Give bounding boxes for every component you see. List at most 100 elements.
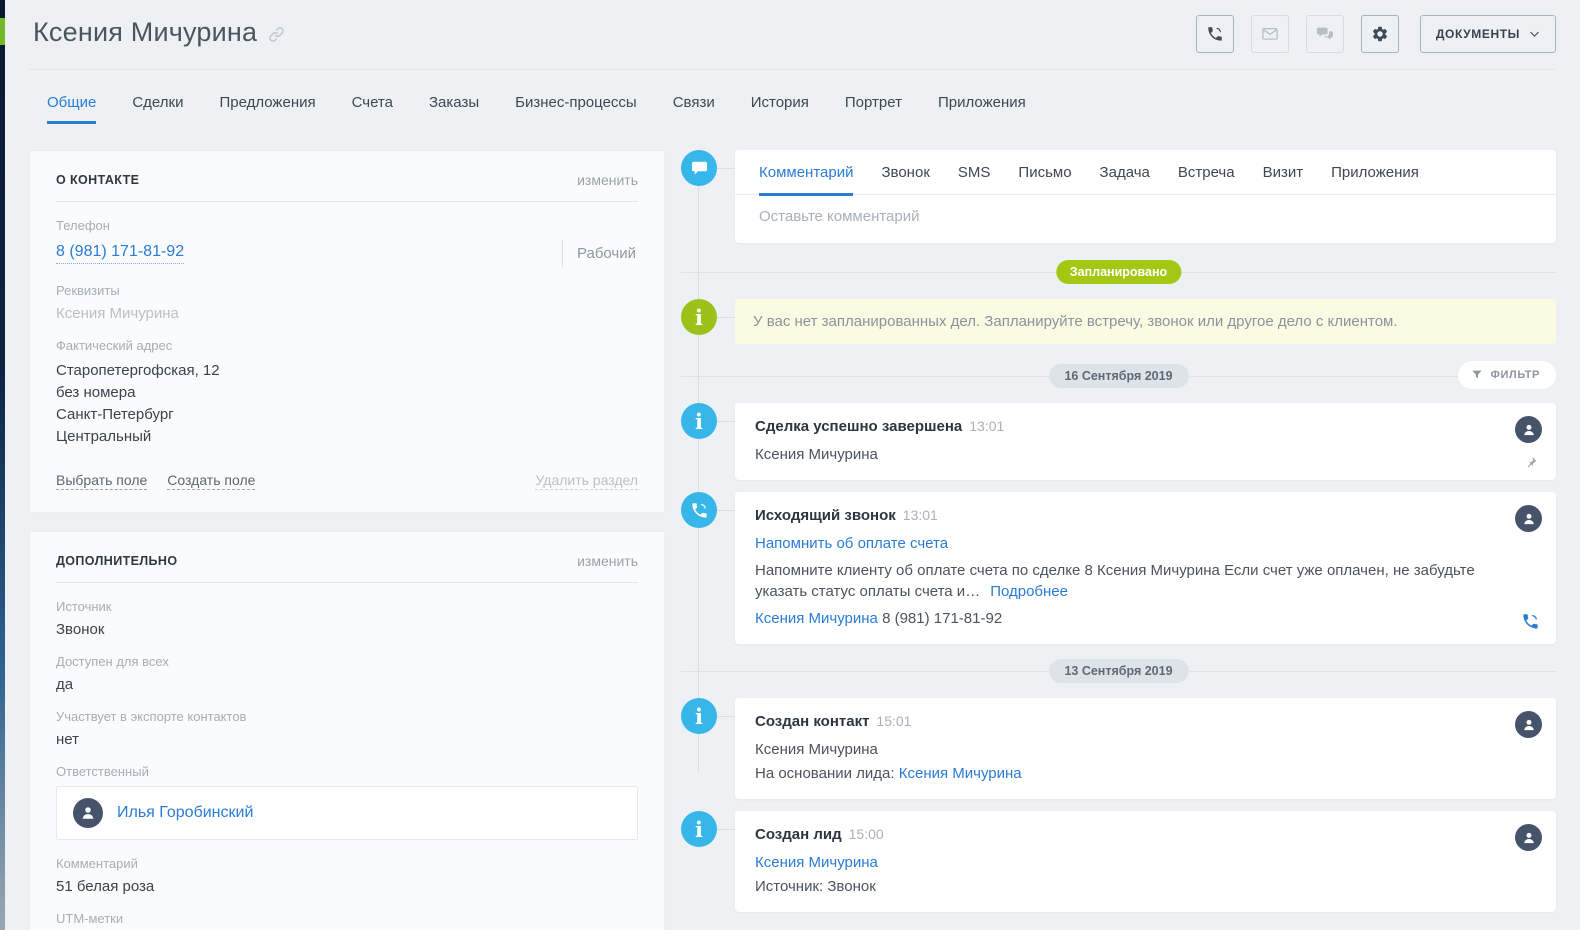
info-icon: i [681,403,717,439]
comment-value[interactable]: 51 белая роза [56,878,638,895]
delete-section-link[interactable]: Удалить раздел [535,472,638,490]
requisites-value[interactable]: Ксения Мичурина [56,305,638,322]
event-title: Исходящий звонок [755,507,896,524]
tab-orders[interactable]: Заказы [429,94,479,124]
event-title: Создан лид [755,826,842,843]
source-value[interactable]: Звонок [56,621,638,638]
edit-contact-link[interactable]: изменить [577,172,638,188]
timeline-event: i Создан лид 15:00 Ксения Мичурина Источ… [681,811,1556,912]
event-time: 13:01 [969,418,1004,434]
user-avatar-icon [73,798,103,828]
composer-tab-letter[interactable]: Письмо [1018,150,1071,195]
tab-relations[interactable]: Связи [673,94,715,124]
address-district[interactable]: Центральный [56,426,638,448]
tab-history[interactable]: История [751,94,809,124]
phone-label: Телефон [56,218,638,233]
chat-button[interactable] [1306,15,1344,53]
info-icon: i [681,299,717,335]
composer-tab-meeting[interactable]: Встреча [1178,150,1235,195]
address-city[interactable]: Санкт-Петербург [56,404,638,426]
note-composer: Комментарий Звонок SMS Письмо Задача Вст… [735,150,1556,243]
phone-icon [1206,25,1224,43]
divider [56,582,638,583]
call-button[interactable] [1196,15,1234,53]
event-body-text: Напомните клиенту об оплате счета по сде… [755,562,1475,600]
filter-button[interactable]: ФИЛЬТР [1458,361,1556,389]
task-link[interactable]: Напомнить об оплате счета [755,535,948,552]
timeline-event: i Сделка успешно завершена 13:01 Ксения … [681,403,1556,480]
date-badge: 13 Сентября 2019 [1048,659,1188,683]
composer-tab-call[interactable]: Звонок [881,150,929,195]
composer-tab-apps[interactable]: Приложения [1331,150,1419,195]
email-button[interactable] [1251,15,1289,53]
composer-tab-task[interactable]: Задача [1100,150,1150,195]
available-value[interactable]: да [56,676,638,693]
collapsed-nav-strip[interactable] [0,0,5,930]
event-title: Создан контакт [755,713,869,730]
planned-separator: Запланировано [681,260,1556,284]
outgoing-call-icon [681,492,717,528]
utm-label: UTM-метки [56,911,638,926]
documents-dropdown[interactable]: ДОКУМЕНТЫ [1420,15,1556,53]
event-contact-name: Ксения Мичурина [755,444,1500,465]
event-source: Источник: Звонок [755,876,1500,897]
event-outgoing-call: Исходящий звонок 13:01 Напомнить об опла… [735,492,1556,644]
create-field-link[interactable]: Создать поле [167,472,255,490]
timeline-feed: Комментарий Звонок SMS Письмо Задача Вст… [681,150,1556,930]
composer-tabs: Комментарий Звонок SMS Письмо Задача Вст… [735,150,1556,195]
address-street[interactable]: Старопетергофская, 12 [56,360,638,382]
composer-tab-visit[interactable]: Визит [1263,150,1304,195]
event-deal-completed: Сделка успешно завершена 13:01 Ксения Ми… [735,403,1556,480]
phone-link[interactable]: 8 (981) 171-81-92 [56,243,184,264]
tab-business-processes[interactable]: Бизнес-процессы [515,94,637,124]
composer-tab-sms[interactable]: SMS [958,150,991,195]
link-icon[interactable] [267,25,286,44]
settings-button[interactable] [1361,15,1399,53]
event-time: 15:00 [849,826,884,842]
event-time: 13:01 [903,507,938,523]
event-contact-created: Создан контакт 15:01 Ксения Мичурина На … [735,698,1556,799]
info-icon: i [681,698,717,734]
panel-title: ДОПОЛНИТЕЛЬНО [56,554,177,568]
tab-apps[interactable]: Приложения [938,94,1026,124]
timeline-event: i Создан контакт 15:01 Ксения Мичурина Н… [681,698,1556,799]
call-back-icon[interactable] [1521,612,1540,631]
user-avatar-icon [1515,505,1542,532]
documents-label: ДОКУМЕНТЫ [1436,27,1520,41]
timeline-event: Исходящий звонок 13:01 Напомнить об опла… [681,492,1556,644]
responsible-user-link[interactable]: Илья Горобинский [117,804,253,822]
tab-portrait[interactable]: Портрет [845,94,902,124]
chevron-down-icon [1529,29,1540,40]
contact-page: Ксения Мичурина ДОКУМЕНТЫ Общие Сделки П… [5,0,1580,930]
tab-offers[interactable]: Предложения [219,94,315,124]
more-link[interactable]: Подробнее [990,583,1068,600]
planned-badge: Запланировано [1056,260,1181,284]
export-value[interactable]: нет [56,731,638,748]
about-contact-panel: О КОНТАКТЕ изменить Телефон 8 (981) 171-… [29,150,665,513]
tab-deals[interactable]: Сделки [132,94,183,124]
available-label: Доступен для всех [56,654,638,669]
tab-invoices[interactable]: Счета [352,94,393,124]
composer-tab-comment[interactable]: Комментарий [759,150,853,195]
pin-icon[interactable] [1523,455,1538,470]
gear-icon [1371,25,1389,43]
envelope-icon [1261,25,1279,43]
nav-active-indicator [0,18,5,45]
chat-bubbles-icon [1316,25,1334,43]
source-label: Источник [56,599,638,614]
responsible-user-box[interactable]: Илья Горобинский [56,786,638,840]
date-separator: 13 Сентября 2019 [681,659,1556,683]
tab-general[interactable]: Общие [47,94,96,124]
lead-link[interactable]: Ксения Мичурина [899,765,1022,782]
phone-type[interactable]: Рабочий [562,240,638,267]
address-building[interactable]: без номера [56,382,638,404]
edit-additional-link[interactable]: изменить [577,553,638,569]
contact-link[interactable]: Ксения Мичурина [755,610,878,627]
export-label: Участвует в экспорте контактов [56,709,638,724]
choose-field-link[interactable]: Выбрать поле [56,472,147,490]
lead-base-label: На основании лида: [755,765,895,782]
contact-link[interactable]: Ксения Мичурина [755,854,878,871]
funnel-icon [1471,369,1483,381]
user-avatar-icon [1515,711,1542,738]
comment-input[interactable]: Оставьте комментарий [735,195,1556,243]
